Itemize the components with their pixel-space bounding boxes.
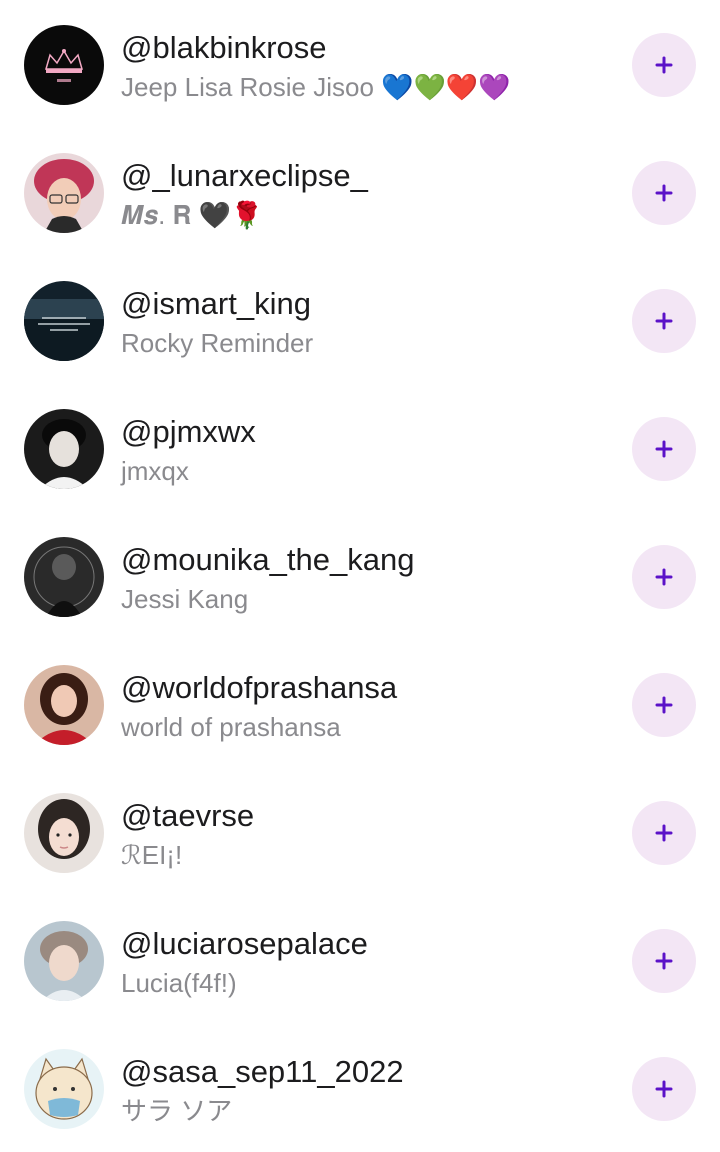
cat-avatar-image: [24, 1049, 104, 1129]
list-item[interactable]: @blakbinkrose Jeep Lisa Rosie Jisoo 💙💚❤️…: [0, 0, 720, 128]
person-avatar-image: [24, 665, 104, 745]
username[interactable]: @taevrse: [121, 796, 610, 836]
user-bio: jmxqx: [121, 456, 189, 486]
plus-icon: [655, 824, 673, 842]
user-bio: ℛEI¡!: [121, 840, 183, 870]
username[interactable]: @mounika_the_kang: [121, 540, 610, 580]
list-item[interactable]: @mounika_the_kang Jessi Kang: [0, 512, 720, 640]
username[interactable]: @blakbinkrose: [121, 28, 610, 68]
follow-button[interactable]: [632, 801, 696, 865]
list-item[interactable]: @ismart_king Rocky Reminder: [0, 256, 720, 384]
plus-icon: [655, 952, 673, 970]
user-bio: 𝑴𝒔. 𝐑 🖤🌹: [121, 200, 264, 230]
avatar[interactable]: [24, 153, 104, 233]
avatar[interactable]: [24, 409, 104, 489]
plus-icon: [655, 696, 673, 714]
plus-icon: [655, 312, 673, 330]
person-avatar-image: [24, 409, 104, 489]
follow-button[interactable]: [632, 33, 696, 97]
user-bio: Lucia(f4f!): [121, 968, 237, 998]
crown-avatar-image: [24, 25, 104, 105]
list-item[interactable]: @pjmxwx jmxqx: [0, 384, 720, 512]
list-item[interactable]: @luciarosepalace Lucia(f4f!): [0, 896, 720, 1024]
plus-icon: [655, 568, 673, 586]
plus-icon: [655, 56, 673, 74]
suggested-users-list: @blakbinkrose Jeep Lisa Rosie Jisoo 💙💚❤️…: [0, 0, 720, 1129]
user-bio: world of prashansa: [121, 712, 341, 742]
person-avatar-image: [24, 153, 104, 233]
plus-icon: [655, 440, 673, 458]
landscape-avatar-image: [24, 281, 104, 361]
avatar[interactable]: [24, 25, 104, 105]
user-bio: サラ ソア: [121, 1096, 233, 1126]
person-avatar-image: [24, 537, 104, 617]
follow-button[interactable]: [632, 289, 696, 353]
avatar[interactable]: [24, 921, 104, 1001]
avatar[interactable]: [24, 1049, 104, 1129]
username[interactable]: @sasa_sep11_2022: [121, 1052, 610, 1092]
follow-button[interactable]: [632, 1057, 696, 1121]
follow-button[interactable]: [632, 161, 696, 225]
follow-button[interactable]: [632, 673, 696, 737]
follow-button[interactable]: [632, 545, 696, 609]
user-bio: Rocky Reminder: [121, 328, 314, 358]
username[interactable]: @pjmxwx: [121, 412, 610, 452]
list-item[interactable]: @worldofprashansa world of prashansa: [0, 640, 720, 768]
list-item[interactable]: @taevrse ℛEI¡!: [0, 768, 720, 896]
list-item[interactable]: @sasa_sep11_2022 サラ ソア: [0, 1024, 720, 1152]
username[interactable]: @ismart_king: [121, 284, 610, 324]
plus-icon: [655, 184, 673, 202]
plus-icon: [655, 1080, 673, 1098]
list-item[interactable]: @_lunarxeclipse_ 𝑴𝒔. 𝐑 🖤🌹: [0, 128, 720, 256]
avatar[interactable]: [24, 793, 104, 873]
username[interactable]: @_lunarxeclipse_: [121, 156, 610, 196]
username[interactable]: @luciarosepalace: [121, 924, 610, 964]
follow-button[interactable]: [632, 929, 696, 993]
username[interactable]: @worldofprashansa: [121, 668, 610, 708]
follow-button[interactable]: [632, 417, 696, 481]
avatar[interactable]: [24, 665, 104, 745]
person-avatar-image: [24, 793, 104, 873]
user-bio: Jeep Lisa Rosie Jisoo 💙💚❤️💜: [121, 72, 511, 102]
avatar[interactable]: [24, 281, 104, 361]
person-avatar-image: [24, 921, 104, 1001]
avatar[interactable]: [24, 537, 104, 617]
user-bio: Jessi Kang: [121, 584, 249, 614]
